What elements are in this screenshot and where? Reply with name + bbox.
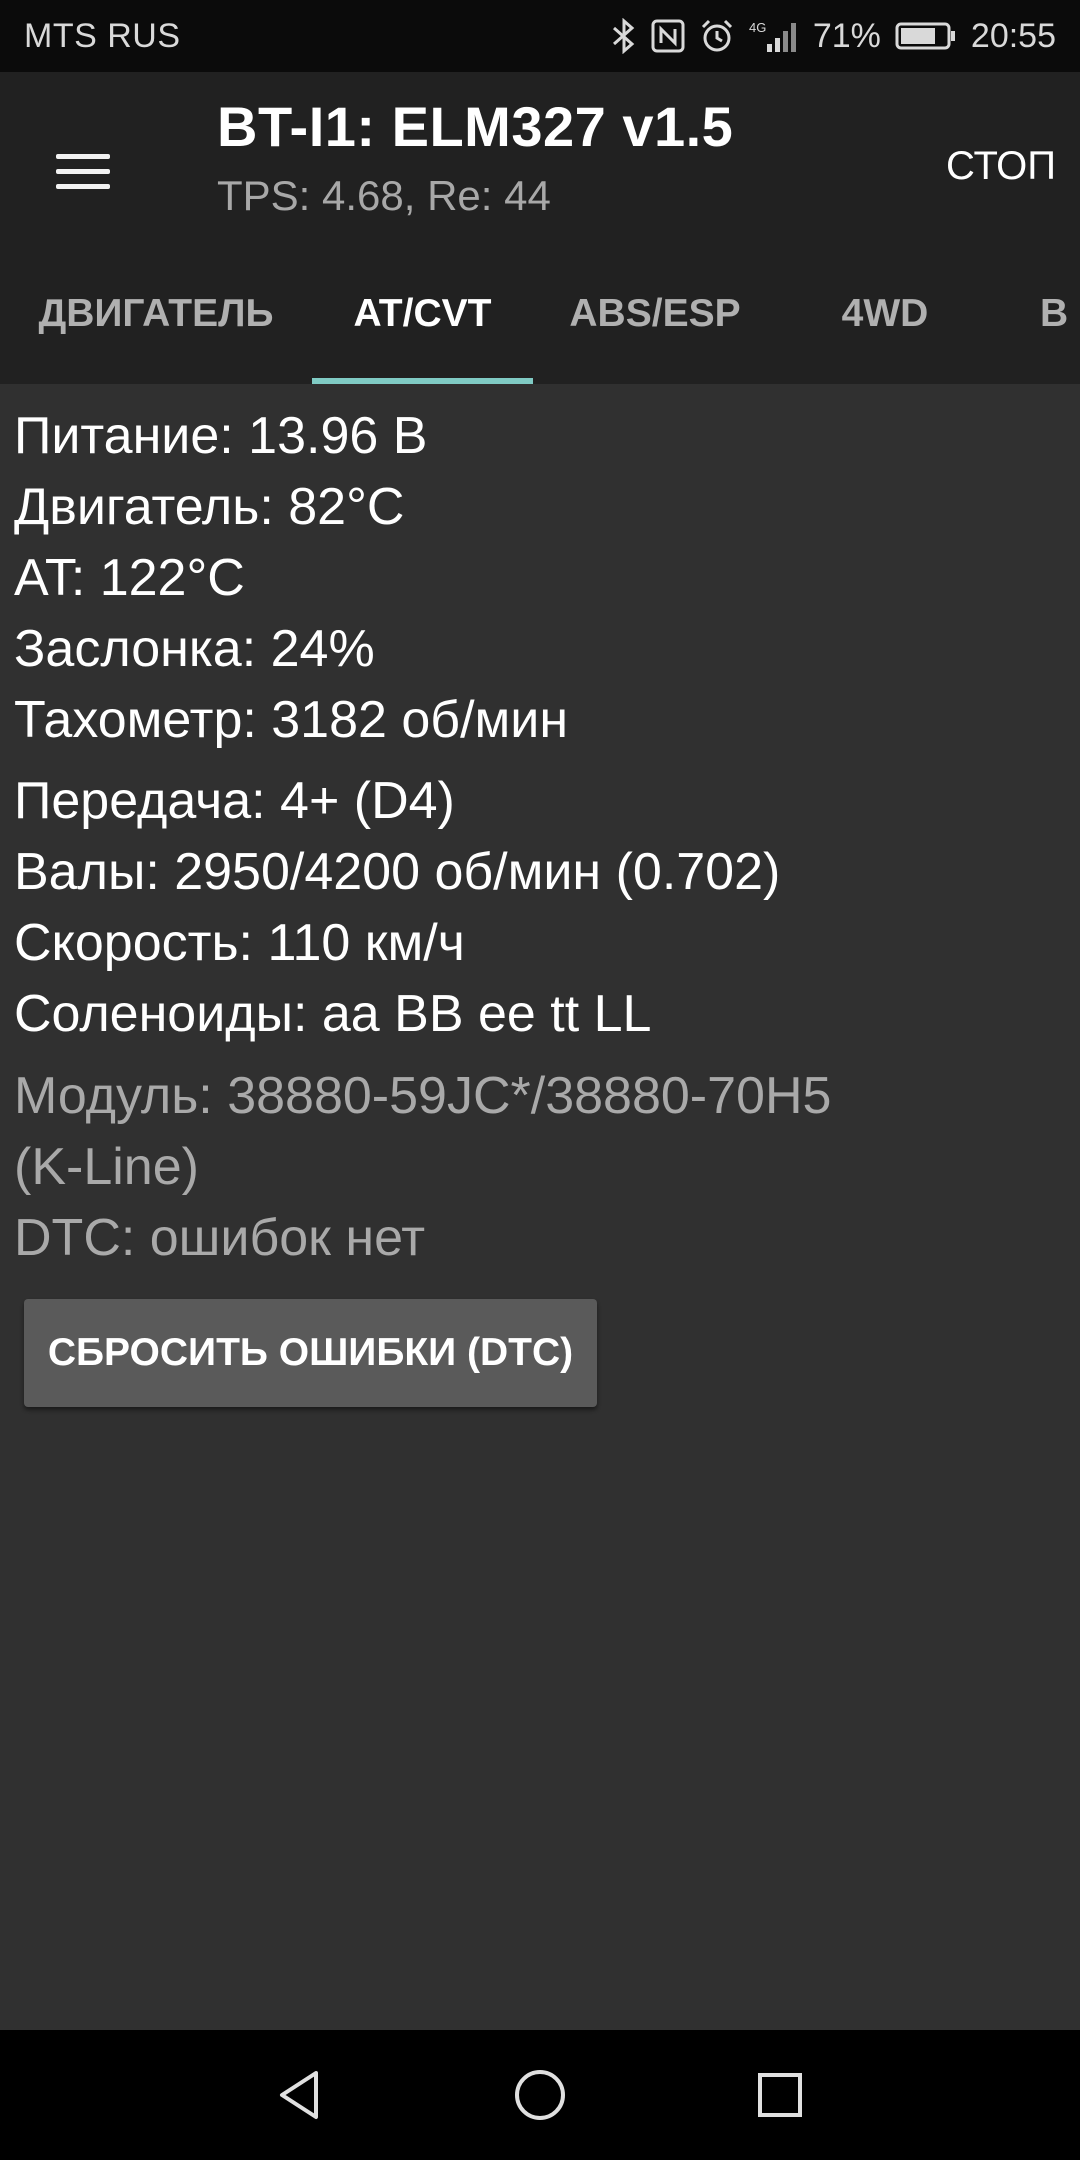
tab-abs-esp[interactable]: ABS/ESP	[543, 244, 767, 384]
nfc-icon	[651, 19, 685, 53]
home-icon[interactable]	[500, 2055, 580, 2135]
battery-icon	[895, 22, 955, 50]
hamburger-menu-icon[interactable]	[40, 128, 126, 214]
tab-b[interactable]: B	[1040, 244, 1080, 384]
tab-bar: ДВИГАТЕЛЬ AT/CVT ABS/ESP 4WD B	[0, 244, 1080, 384]
reading-shafts: Валы: 2950/4200 об/мин (0.702)	[14, 843, 781, 901]
page-subtitle: TPS: 4.68, Re: 44	[217, 172, 551, 219]
tab-engine[interactable]: ДВИГАТЕЛЬ	[10, 244, 302, 384]
reading-at-temp: AT: 122°C	[14, 549, 245, 607]
status-icons: 4G 71% 20:55	[611, 17, 1056, 56]
bluetooth-icon	[612, 18, 635, 54]
module-info-line1: Модуль: 38880-59JC*/38880-70H5	[14, 1067, 832, 1125]
reading-speed: Скорость: 110 км/ч	[14, 914, 465, 972]
recents-icon[interactable]	[740, 2055, 820, 2135]
clock: 20:55	[970, 16, 1056, 55]
status-bar: MTS RUS 4G 71% 20:55	[0, 0, 1080, 72]
carrier-name: MTS RUS	[24, 16, 181, 55]
signal-label: 4G	[749, 20, 766, 35]
app-bar: BT-I1: ELM327 v1.5 TPS: 4.68, Re: 44 СТО…	[0, 72, 1080, 244]
back-icon[interactable]	[260, 2055, 340, 2135]
reading-engine-temp: Двигатель: 82°C	[14, 478, 405, 536]
battery-percent: 71%	[812, 16, 881, 55]
diagnostics-panel: Питание: 13.96 В Двигатель: 82°C AT: 122…	[0, 384, 1080, 2030]
reading-solenoids: Соленоиды: aa BB ee tt LL	[14, 985, 652, 1043]
reading-gear: Передача: 4+ (D4)	[14, 772, 455, 830]
module-info-line2: (K-Line)	[14, 1138, 199, 1196]
tab-at-cvt[interactable]: AT/CVT	[312, 244, 533, 384]
signal-icon: 4G	[749, 20, 796, 52]
reading-tachometer: Тахометр: 3182 об/мин	[14, 691, 569, 749]
reading-throttle: Заслонка: 24%	[14, 620, 375, 678]
stop-button[interactable]: СТОП	[946, 130, 1056, 203]
reset-dtc-button[interactable]: СБРОСИТЬ ОШИБКИ (DTC)	[24, 1299, 597, 1407]
alarm-icon	[701, 19, 732, 52]
dtc-status: DTC: ошибок нет	[14, 1209, 426, 1267]
navigation-bar	[0, 2030, 1080, 2160]
tab-4wd[interactable]: 4WD	[777, 244, 993, 384]
page-title: BT-I1: ELM327 v1.5	[217, 95, 734, 158]
reading-power: Питание: 13.96 В	[14, 407, 428, 465]
